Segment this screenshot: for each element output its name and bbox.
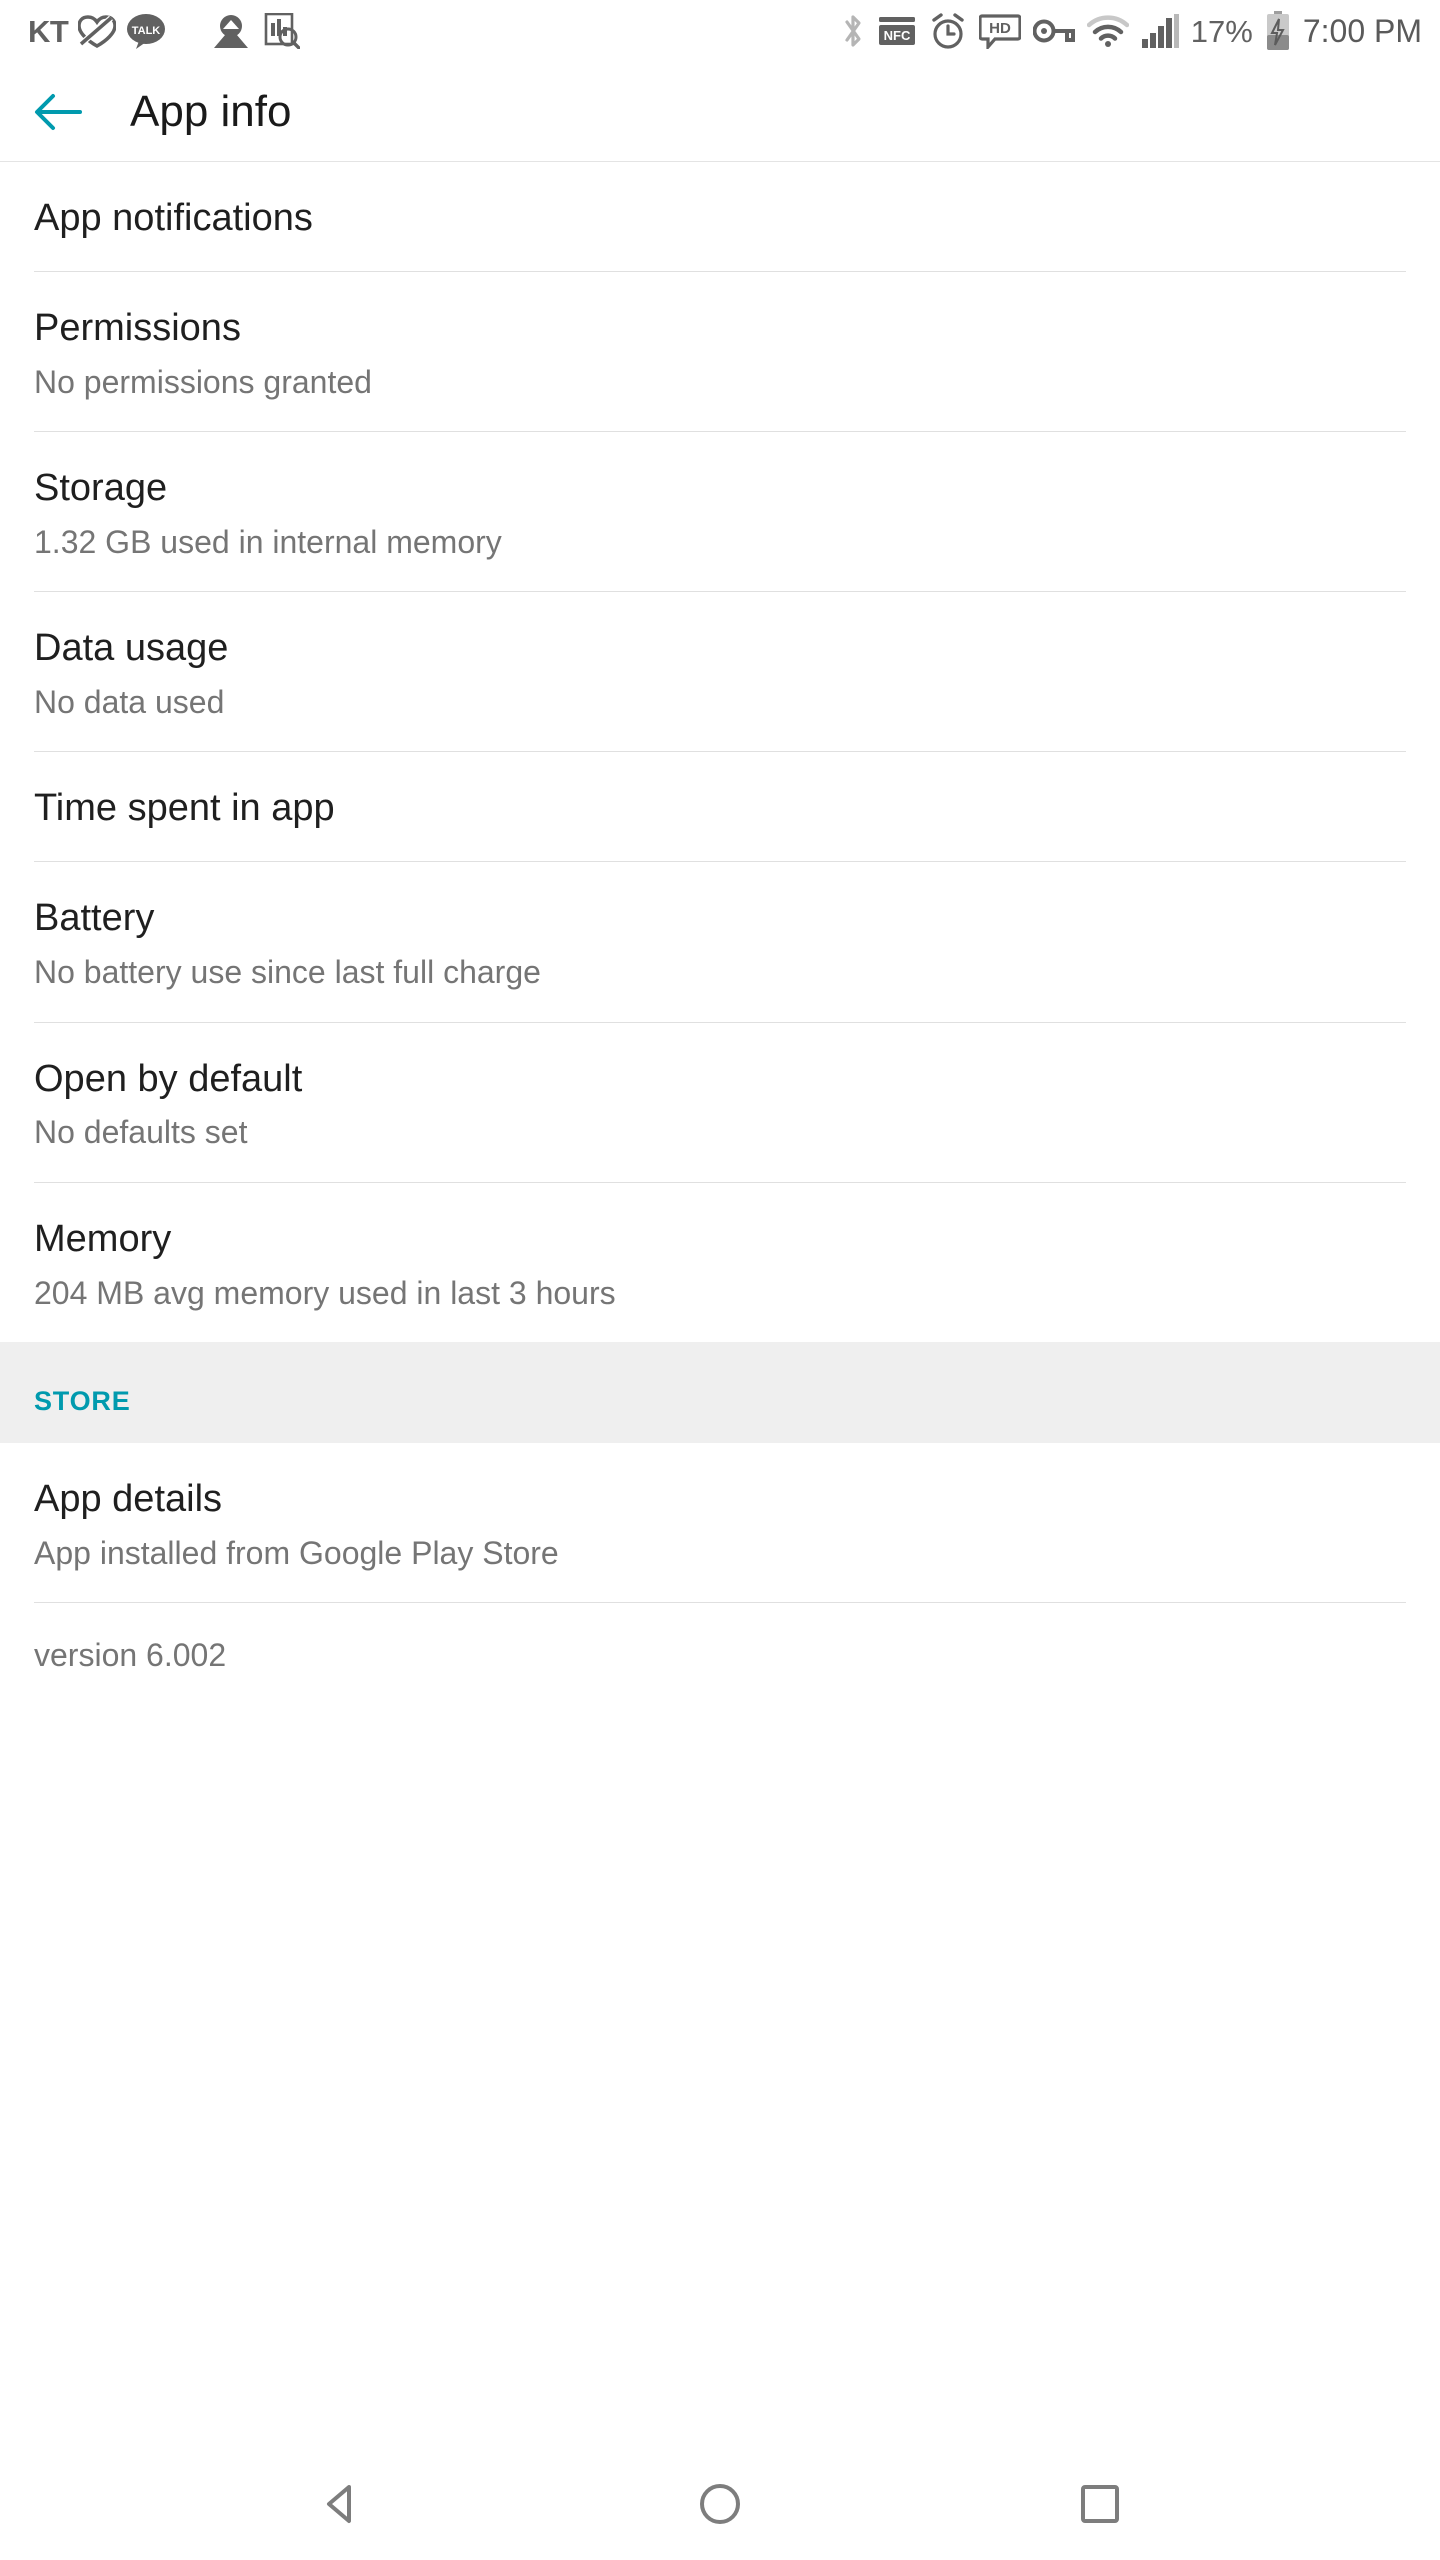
alarm-icon <box>929 12 967 50</box>
list-item-subtitle: No permissions granted <box>34 363 372 400</box>
circle-icon <box>700 2484 740 2524</box>
triangle-left-icon <box>327 2485 351 2523</box>
list-item-title: Time spent in app <box>34 787 335 830</box>
nav-home-button[interactable] <box>660 2448 780 2560</box>
page-title: App info <box>130 86 292 136</box>
bluetooth-icon <box>841 13 865 49</box>
back-button[interactable] <box>30 84 86 140</box>
version-row: version 6.002 <box>0 1603 1440 1704</box>
system-navigation-bar <box>0 2448 1440 2560</box>
list-item-open-by-default[interactable]: Open by default No defaults set <box>0 1022 1440 1182</box>
bottom-spacer <box>0 1704 1440 1816</box>
store-list: App details App installed from Google Pl… <box>0 1442 1440 1705</box>
app-bar: App info <box>0 62 1440 162</box>
status-bar-mid-group <box>212 13 301 49</box>
list-item-subtitle: No defaults set <box>34 1114 248 1151</box>
svg-text:TALK: TALK <box>132 25 161 37</box>
list-item-title: Permissions <box>34 306 241 349</box>
list-item-subtitle: App installed from Google Play Store <box>34 1534 559 1571</box>
list-item-storage[interactable]: Storage 1.32 GB used in internal memory <box>0 432 1440 592</box>
cellular-signal-icon <box>1141 14 1179 48</box>
list-item-app-notifications[interactable]: App notifications <box>0 162 1440 271</box>
status-bar: KT TALK NFC HD 17% 7:00 PM <box>0 0 1440 62</box>
section-header-store: STORE <box>0 1341 1440 1443</box>
list-item-subtitle: 204 MB avg memory used in last 3 hours <box>34 1274 616 1311</box>
status-bar-left-group: KT TALK <box>28 13 166 49</box>
list-item-battery[interactable]: Battery No battery use since last full c… <box>0 862 1440 1022</box>
clock-label: 7:00 PM <box>1302 13 1422 49</box>
list-item-title: Storage <box>34 467 168 510</box>
list-item-app-details[interactable]: App details App installed from Google Pl… <box>0 1442 1440 1603</box>
version-label: version 6.002 <box>34 1637 227 1674</box>
nfc-icon: NFC <box>877 13 917 49</box>
list-item-data-usage[interactable]: Data usage No data used <box>0 592 1440 752</box>
chart-search-icon <box>264 13 301 49</box>
svg-text:NFC: NFC <box>883 28 910 43</box>
list-item-title: Data usage <box>34 627 229 670</box>
arrow-left-icon <box>35 93 82 130</box>
list-item-title: Battery <box>34 897 155 940</box>
vpn-key-icon <box>1032 17 1075 45</box>
section-header-label: STORE <box>34 1385 131 1416</box>
carrier-label: KT <box>28 13 69 49</box>
battery-percent-label: 17% <box>1190 13 1253 49</box>
list-item-title: Open by default <box>34 1057 303 1100</box>
list-item-memory[interactable]: Memory 204 MB avg memory used in last 3 … <box>0 1182 1440 1342</box>
list-item-subtitle: No data used <box>34 684 225 721</box>
list-item-title: App notifications <box>34 197 313 239</box>
list-item-subtitle: 1.32 GB used in internal memory <box>34 523 502 560</box>
nav-back-button[interactable] <box>280 2448 400 2560</box>
list-item-permissions[interactable]: Permissions No permissions granted <box>0 271 1440 432</box>
list-item-title: App details <box>34 1477 223 1520</box>
status-bar-right-group: NFC HD 17% 7:00 PM <box>841 11 1422 51</box>
hd-voice-icon: HD <box>978 13 1021 49</box>
wifi-icon <box>1086 15 1129 47</box>
svg-text:HD: HD <box>989 20 1011 37</box>
app-info-list: App notifications Permissions No permiss… <box>0 162 1440 1342</box>
list-item-time-spent-in-app[interactable]: Time spent in app <box>0 752 1440 862</box>
list-item-subtitle: No battery use since last full charge <box>34 954 541 991</box>
kakao-heart-icon <box>78 14 117 48</box>
list-item-title: Memory <box>34 1217 172 1260</box>
app-update-icon <box>212 14 250 48</box>
nav-recents-button[interactable] <box>1040 2448 1160 2560</box>
battery-charging-icon <box>1265 11 1291 51</box>
square-icon <box>1081 2485 1119 2523</box>
kakaotalk-icon: TALK <box>126 13 166 49</box>
